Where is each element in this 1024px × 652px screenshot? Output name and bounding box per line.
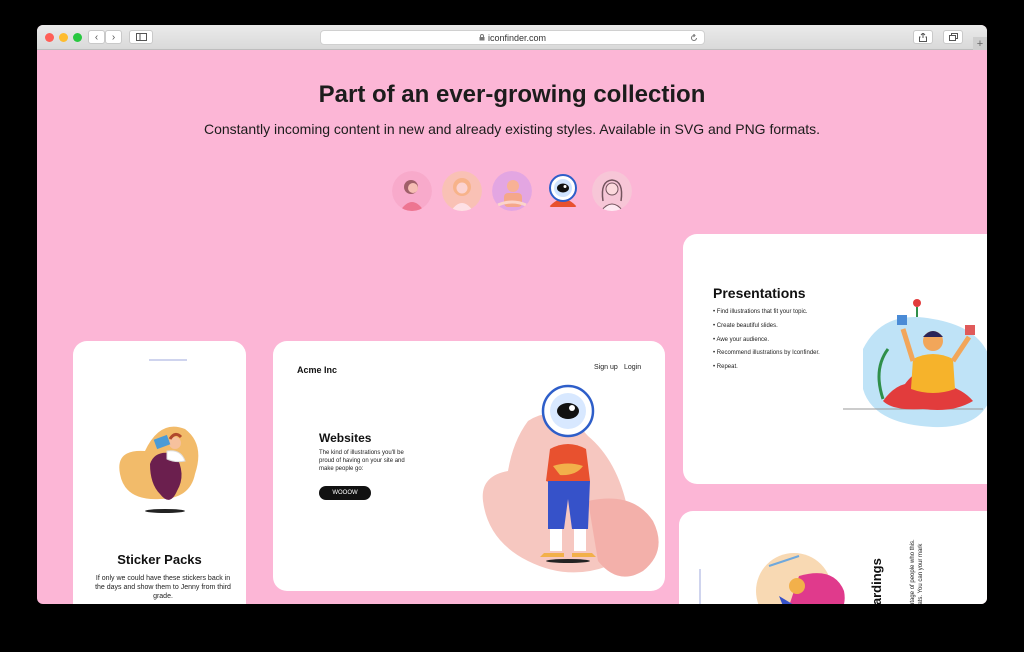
list-item: Awe your audience. <box>713 337 820 351</box>
presentations-title: Presentations <box>713 285 806 301</box>
blonde-avatar[interactable] <box>442 171 482 211</box>
tabs-icon <box>948 33 958 41</box>
list-item: Repeat. <box>713 364 820 378</box>
woman-avatar[interactable] <box>392 171 432 211</box>
url-text: iconfinder.com <box>487 32 547 43</box>
astronaut-eye-avatar[interactable] <box>542 169 584 211</box>
share-button[interactable] <box>913 30 933 44</box>
signup-link[interactable]: Sign up <box>594 363 618 372</box>
meditation-illustration <box>843 299 987 428</box>
page-subtitle: Constantly incoming content in new and a… <box>203 121 821 137</box>
sidebar-toggle-button[interactable] <box>129 30 153 44</box>
tabs-overview-button[interactable] <box>943 30 963 44</box>
list-item: Recommend illustrations by Iconfinder. <box>713 350 820 364</box>
sticker-title: Sticker Packs <box>117 552 202 567</box>
astronaut-illustration <box>482 384 659 577</box>
zoom-window-button[interactable] <box>73 33 82 42</box>
close-window-button[interactable] <box>45 33 54 42</box>
lock-icon <box>479 34 485 41</box>
purple-avatar[interactable] <box>492 171 532 211</box>
reload-icon[interactable] <box>690 33 698 42</box>
browser-window: ‹ › iconfinder.com + Part of an ever-gro… <box>37 25 987 604</box>
presentations-list: Find illustrations that fit your topic. … <box>713 309 820 378</box>
list-item: Create beautiful slides. <box>713 323 820 337</box>
websites-card[interactable]: Acme Inc Sign up Login Websites The kind… <box>273 341 665 591</box>
address-bar[interactable]: iconfinder.com <box>320 30 705 45</box>
sticker-packs-card[interactable]: Sticker Packs If only we could have thes… <box>73 341 246 604</box>
chevron-right-icon: › <box>111 31 116 43</box>
brand-name: Acme Inc <box>297 365 338 375</box>
wooow-button[interactable]: WOOOW <box>319 486 371 500</box>
share-icon <box>919 32 927 42</box>
sticker-text: If only we could have these stickers bac… <box>95 575 231 600</box>
onboardings-title: boardings <box>869 558 884 604</box>
card-notch <box>149 359 187 361</box>
page-title: Part of an ever-growing collection <box>318 81 706 108</box>
sidebar-icon <box>135 33 147 41</box>
minimize-window-button[interactable] <box>59 33 68 42</box>
forward-button[interactable]: › <box>105 30 122 44</box>
card-divider <box>699 569 701 604</box>
sketch-woman-avatar[interactable] <box>592 171 632 211</box>
sticker-illustration <box>119 426 199 513</box>
browser-toolbar: ‹ › iconfinder.com + <box>37 25 987 50</box>
onboarding-illustration <box>756 553 845 604</box>
list-item: Find illustrations that fit your topic. <box>713 309 820 323</box>
presentations-card[interactable]: Presentations Find illustrations that fi… <box>683 234 987 484</box>
login-link[interactable]: Login <box>624 363 641 372</box>
onboardings-card[interactable]: boardings percentage of people who this.… <box>679 511 987 604</box>
back-button[interactable]: ‹ <box>88 30 105 44</box>
new-tab-button[interactable]: + <box>973 37 987 50</box>
websites-title: Websites <box>319 431 372 445</box>
style-avatars <box>392 169 637 213</box>
onboardings-text: percentage of people who this. Congrats.… <box>910 539 924 604</box>
websites-text: The kind of illustrations you'll be prou… <box>319 450 405 472</box>
chevron-left-icon: ‹ <box>94 31 99 43</box>
